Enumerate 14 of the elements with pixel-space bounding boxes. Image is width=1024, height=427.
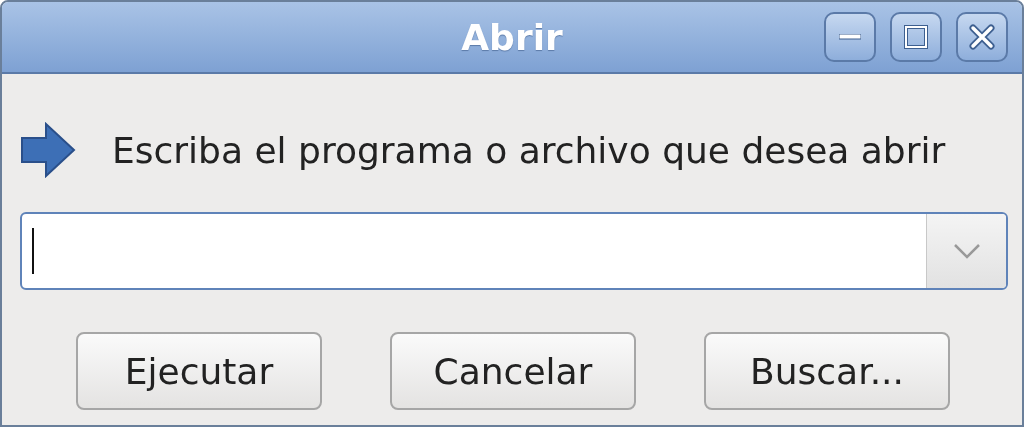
window-title: Abrir <box>461 16 563 58</box>
arrow-icon <box>20 122 76 178</box>
dialog-button[interactable]: Buscar... <box>704 332 950 410</box>
close-icon <box>969 24 995 50</box>
close-button[interactable] <box>956 12 1008 62</box>
command-combo-field[interactable] <box>20 212 1008 290</box>
minimize-icon <box>839 34 861 40</box>
chevron-down-icon <box>952 243 981 259</box>
dialog-button[interactable]: Cancelar <box>390 332 636 410</box>
prompt-text: Escriba el programa o archivo que desea abrir <box>112 129 946 171</box>
minimize-button[interactable] <box>824 12 876 62</box>
maximize-button[interactable] <box>890 12 942 62</box>
maximize-icon <box>904 25 928 49</box>
dialog-button[interactable]: Ejecutar <box>76 332 322 410</box>
